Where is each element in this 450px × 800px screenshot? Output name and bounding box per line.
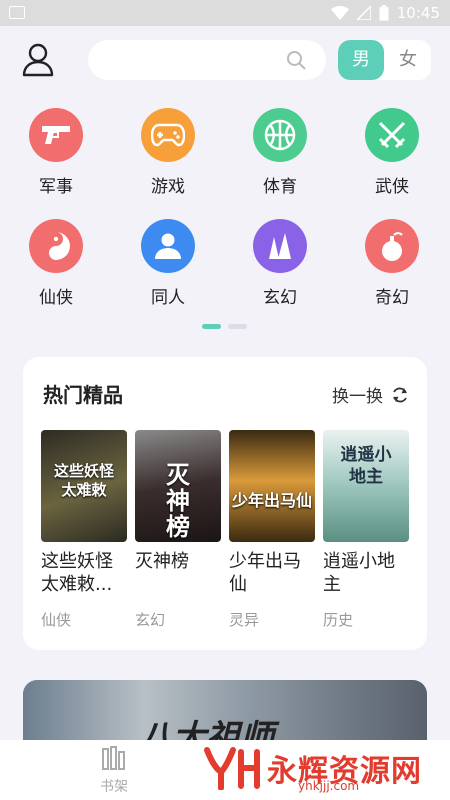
- hot-picks-title: 热门精品: [43, 383, 123, 407]
- category-xianxia[interactable]: 仙侠: [16, 219, 96, 308]
- book-cover: 灭神榜: [135, 430, 221, 542]
- search-box[interactable]: [88, 40, 326, 80]
- book-title: 少年出马仙: [229, 551, 301, 595]
- peaks-icon: [269, 233, 291, 259]
- crossed-swords-icon: [378, 121, 406, 149]
- tab-bookshelf-label: 书架: [100, 779, 128, 795]
- category-label: 玄幻: [263, 288, 297, 308]
- book-title: 逍遥小地主: [323, 551, 395, 595]
- tab-bookshelf[interactable]: 书架: [94, 746, 134, 796]
- book-cover-title: 逍遥小地主: [340, 445, 392, 487]
- category-icon-circle: [141, 219, 195, 273]
- refresh-button[interactable]: 换一换: [332, 382, 409, 407]
- book-item[interactable]: 少年出马仙 少年出马仙 灵异: [229, 430, 315, 630]
- book-item[interactable]: 灭神榜 灭神榜 玄幻: [135, 430, 221, 630]
- gender-switch: 男 女: [338, 40, 431, 80]
- battery-icon: [379, 5, 389, 21]
- category-wuxia[interactable]: 武侠: [352, 108, 432, 197]
- gun-icon: [42, 126, 70, 144]
- wifi-icon: [330, 6, 349, 20]
- category-icon-circle: [141, 108, 195, 162]
- category-icon-circle: [253, 219, 307, 273]
- pager-dot-active: [202, 324, 221, 329]
- refresh-label: 换一换: [332, 387, 383, 407]
- watermark-url: yhkjjj.com: [298, 779, 360, 793]
- refresh-icon: [393, 387, 407, 402]
- book-category: 灵异: [229, 611, 260, 629]
- category-icon-circle: [29, 219, 83, 273]
- book-cover-title: 这些妖怪太难敕: [53, 462, 114, 499]
- status-bar: 10:45: [0, 0, 450, 26]
- pager-dot: [228, 324, 247, 329]
- category-label: 奇幻: [375, 288, 409, 308]
- yh-logo-icon: [204, 747, 260, 790]
- status-right: 10:45: [330, 3, 440, 23]
- gallery-notification-icon: [9, 6, 25, 19]
- category-label: 同人: [151, 288, 185, 308]
- top-bar: 男 女: [0, 26, 450, 96]
- gender-female-button[interactable]: 女: [385, 40, 431, 80]
- bookshelf-icon: [102, 746, 125, 770]
- book-cover: 逍遥小地主: [323, 430, 409, 542]
- book-category: 历史: [323, 611, 354, 629]
- profile-icon[interactable]: [22, 43, 54, 77]
- category-game[interactable]: 游戏: [128, 108, 208, 197]
- person-icon: [155, 233, 181, 259]
- category-label: 游戏: [151, 177, 185, 197]
- hot-picks-card: 热门精品 换一换 这些妖怪太难敕 这些妖怪太难敕... 仙侠 灭神榜 灭神榜 玄…: [23, 357, 427, 650]
- category-icon-circle: [29, 108, 83, 162]
- yin-yang-icon: [49, 232, 70, 260]
- search-icon[interactable]: [286, 50, 306, 70]
- book-title: 灭神榜: [135, 551, 189, 572]
- gourd-icon: [382, 232, 403, 261]
- book-category: 玄幻: [135, 611, 166, 629]
- signal-icon: [356, 6, 371, 20]
- basketball-icon: [264, 119, 296, 151]
- category-icon-circle: [365, 108, 419, 162]
- book-category: 仙侠: [41, 611, 72, 629]
- book-item[interactable]: 这些妖怪太难敕 这些妖怪太难敕... 仙侠: [41, 430, 127, 630]
- book-item[interactable]: 逍遥小地主 逍遥小地主 历史: [323, 430, 409, 630]
- category-sports[interactable]: 体育: [240, 108, 320, 197]
- category-label: 体育: [263, 177, 297, 197]
- status-time: 10:45: [396, 4, 440, 22]
- category-label: 武侠: [375, 177, 409, 197]
- book-title: 这些妖怪太难敕...: [41, 551, 113, 595]
- book-cover: 这些妖怪太难敕: [41, 430, 127, 542]
- category-icon-circle: [365, 219, 419, 273]
- category-icon-circle: [253, 108, 307, 162]
- category-military[interactable]: 军事: [16, 108, 96, 197]
- watermark-logo: 永辉资源网 yhkjjj.com: [203, 745, 422, 793]
- category-label: 仙侠: [39, 288, 73, 308]
- gender-male-button[interactable]: 男: [338, 40, 384, 80]
- gamepad-icon: [151, 123, 185, 147]
- book-cover-title: 灭神榜: [166, 461, 190, 541]
- category-fantasy[interactable]: 奇幻: [352, 219, 432, 308]
- category-fanfic[interactable]: 同人: [128, 219, 208, 308]
- book-cover: 少年出马仙: [229, 430, 315, 542]
- book-cover-title: 少年出马仙: [231, 491, 312, 510]
- category-xuanhuan[interactable]: 玄幻: [240, 219, 320, 308]
- category-label: 军事: [39, 177, 73, 197]
